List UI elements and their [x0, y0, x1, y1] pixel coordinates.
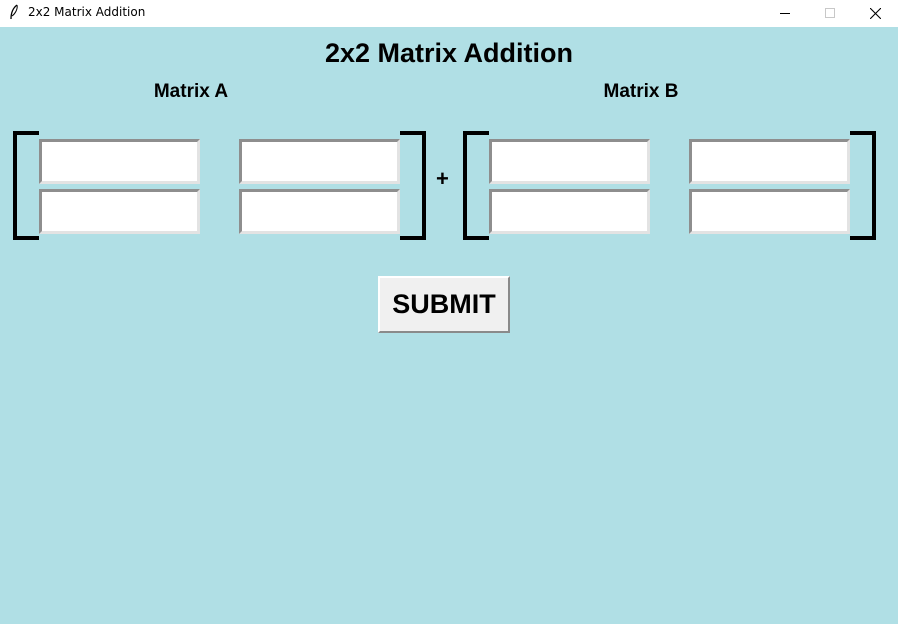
- page-title: 2x2 Matrix Addition: [324, 38, 574, 68]
- matrix-b-left-bracket: [463, 131, 489, 240]
- maximize-icon: [824, 8, 835, 18]
- matrix-a-label: Matrix A: [153, 81, 229, 102]
- matrix-a-left-bracket: [13, 131, 39, 240]
- title-bar: 2x2 Matrix Addition: [0, 0, 898, 27]
- matrix-a-cell-21[interactable]: [39, 189, 200, 234]
- minimize-icon: [779, 13, 790, 14]
- plus-operator: +: [436, 166, 449, 191]
- app-window: 2x2 Matrix Addition 2x2 Matrix Addition …: [0, 0, 898, 624]
- window-title: 2x2 Matrix Addition: [28, 5, 146, 19]
- matrix-b-cell-22[interactable]: [689, 189, 850, 234]
- matrix-a-cell-11[interactable]: [39, 139, 200, 184]
- minimize-button[interactable]: [762, 0, 808, 27]
- matrix-a-right-bracket: [400, 131, 426, 240]
- matrix-a-cell-12[interactable]: [239, 139, 400, 184]
- matrix-b-cell-12[interactable]: [689, 139, 850, 184]
- matrix-b-label: Matrix B: [603, 81, 679, 102]
- close-icon: [869, 8, 881, 19]
- submit-button[interactable]: SUBMIT: [378, 276, 510, 333]
- matrix-a-cell-22[interactable]: [239, 189, 400, 234]
- close-button[interactable]: [852, 0, 898, 27]
- matrix-b-cell-21[interactable]: [489, 189, 650, 234]
- matrix-b-cell-11[interactable]: [489, 139, 650, 184]
- feather-icon: [10, 4, 18, 20]
- matrix-b-right-bracket: [850, 131, 876, 240]
- maximize-button[interactable]: [807, 0, 853, 27]
